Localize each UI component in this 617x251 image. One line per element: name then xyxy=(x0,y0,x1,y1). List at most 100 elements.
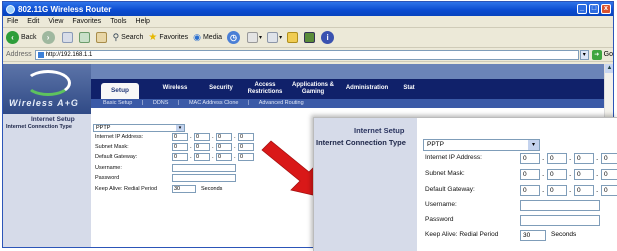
stop-button[interactable] xyxy=(61,32,74,43)
octet-dot: . xyxy=(212,134,214,140)
username-label: Username: xyxy=(95,165,122,171)
subnav-separator: | xyxy=(141,100,144,106)
zoom-connection-type-select[interactable]: PPTP ▾ xyxy=(423,139,540,151)
gateway-label: Default Gateway: xyxy=(95,154,138,160)
mail-button[interactable]: ▾ xyxy=(247,32,262,43)
octet-dot: . xyxy=(190,134,192,140)
mask-octet-1-input[interactable]: 0 xyxy=(172,143,188,151)
zoom-ip-octet-4-input[interactable]: 0 xyxy=(601,153,617,164)
info-icon: i xyxy=(321,31,335,44)
router-logo-icon xyxy=(25,70,71,96)
tab-setup[interactable]: Setup xyxy=(101,83,139,99)
ip-octet-2-input[interactable]: 0 xyxy=(194,133,210,141)
media-button[interactable]: ◉ Media xyxy=(193,32,222,43)
gateway-octet-1-input[interactable]: 0 xyxy=(172,153,188,161)
address-bar: Address http://192.168.1.1 ▾ ➜ Go xyxy=(3,48,613,62)
minimize-button[interactable]: _ xyxy=(577,4,587,14)
ip-octet-4-input[interactable]: 0 xyxy=(238,133,254,141)
menu-help[interactable]: Help xyxy=(136,18,150,25)
tab-security[interactable]: Security xyxy=(199,85,243,92)
zoom-ip-octet-3-input[interactable]: 0 xyxy=(574,153,594,164)
messenger-button[interactable] xyxy=(304,32,316,43)
zoom-gateway-octet-2-input[interactable]: 0 xyxy=(547,185,567,196)
back-button[interactable]: ‹ Back xyxy=(6,31,37,44)
menu-tools[interactable]: Tools xyxy=(110,18,126,25)
refresh-button[interactable] xyxy=(78,32,91,43)
star-icon: ★ xyxy=(148,32,158,43)
mask-octet-2-input[interactable]: 0 xyxy=(194,143,210,151)
menu-view[interactable]: View xyxy=(48,18,63,25)
zoom-mask-octet-3-input[interactable]: 0 xyxy=(574,169,594,180)
ip-octet-1-input[interactable]: 0 xyxy=(172,133,188,141)
router-subnav: Basic Setup | DDNS | MAC Address Clone |… xyxy=(91,99,611,108)
menu-favorites[interactable]: Favorites xyxy=(72,18,101,25)
search-button[interactable]: ⚲ Search xyxy=(113,32,144,43)
octet-dot: . xyxy=(212,144,214,150)
zoom-gateway-octet-1-input[interactable]: 0 xyxy=(520,185,540,196)
zoom-password-input[interactable] xyxy=(520,215,600,226)
chevron-down-icon: ▾ xyxy=(259,35,263,41)
menu-file[interactable]: File xyxy=(7,18,18,25)
menu-edit[interactable]: Edit xyxy=(27,18,39,25)
history-button[interactable]: ◷ xyxy=(227,31,242,44)
zoom-octet-dot: . xyxy=(569,169,572,178)
zoom-gateway-octet-3-input[interactable]: 0 xyxy=(574,185,594,196)
gateway-octet-2-input[interactable]: 0 xyxy=(194,153,210,161)
tab-access-restrictions[interactable]: Access Restrictions xyxy=(243,82,287,96)
chevron-down-icon: ▾ xyxy=(528,140,539,150)
zoom-keepalive-input[interactable]: 30 xyxy=(520,230,546,241)
seconds-label: Seconds xyxy=(201,186,223,192)
subnav-ddns[interactable]: DDNS xyxy=(153,100,169,106)
zoom-mask-octet-1-input[interactable]: 0 xyxy=(520,169,540,180)
zoomed-callout-panel: Internet Setup Internet Connection Type … xyxy=(313,117,617,251)
password-label: Password xyxy=(95,175,120,181)
gateway-octet-4-input[interactable]: 0 xyxy=(238,153,254,161)
subnav-basic-setup[interactable]: Basic Setup xyxy=(103,100,132,106)
stop-icon xyxy=(61,32,73,43)
ip-octet-3-input[interactable]: 0 xyxy=(216,133,232,141)
close-button[interactable]: x xyxy=(601,4,611,14)
window-title: 802.11G Wireless Router xyxy=(18,4,112,14)
maximize-button[interactable]: □ xyxy=(589,4,599,14)
zoom-subnet-mask-label: Subnet Mask: xyxy=(425,170,465,177)
zoom-gateway-octet-4-input[interactable]: 0 xyxy=(601,185,617,196)
connection-type-select[interactable]: PPTP ▾ xyxy=(93,124,185,132)
favorites-button[interactable]: ★ Favorites xyxy=(148,32,188,43)
tab-status[interactable]: Stat xyxy=(399,85,419,92)
forward-arrow-icon: › xyxy=(41,31,55,44)
zoom-username-input[interactable] xyxy=(520,200,600,211)
address-input[interactable]: http://192.168.1.1 xyxy=(34,49,579,60)
octet-dot: . xyxy=(190,154,192,160)
tab-applications-gaming[interactable]: Applications & Gaming xyxy=(289,82,337,96)
subnav-advanced-routing[interactable]: Advanced Routing xyxy=(259,100,304,106)
zoom-octet-dot: . xyxy=(569,185,572,194)
forward-button[interactable]: › xyxy=(41,31,57,44)
chevron-down-icon: ▾ xyxy=(176,125,184,131)
router-sidebar xyxy=(3,114,91,247)
tab-administration[interactable]: Administration xyxy=(339,85,395,92)
go-arrow-icon[interactable]: ➜ xyxy=(591,49,602,60)
info-button[interactable]: i xyxy=(321,31,336,44)
scroll-up-icon[interactable]: ▲ xyxy=(605,64,613,73)
router-top-band xyxy=(91,64,611,79)
zoom-mask-octet-4-input[interactable]: 0 xyxy=(601,169,617,180)
zoom-ip-octet-2-input[interactable]: 0 xyxy=(547,153,567,164)
password-input[interactable] xyxy=(172,174,236,182)
address-dropdown-button[interactable]: ▾ xyxy=(579,49,589,60)
tab-wireless[interactable]: Wireless xyxy=(153,85,197,92)
print-button[interactable]: ▾ xyxy=(267,32,282,43)
username-input[interactable] xyxy=(172,164,236,172)
folder-button[interactable] xyxy=(287,32,299,43)
mask-octet-3-input[interactable]: 0 xyxy=(216,143,232,151)
go-button[interactable]: Go xyxy=(604,51,613,58)
zoom-octet-dot: . xyxy=(542,185,545,194)
mask-octet-4-input[interactable]: 0 xyxy=(238,143,254,151)
subnet-mask-label: Subnet Mask: xyxy=(95,144,129,150)
subnav-mac-clone[interactable]: MAC Address Clone xyxy=(189,100,239,106)
zoom-gateway-label: Default Gateway: xyxy=(425,186,475,193)
keepalive-input[interactable]: 30 xyxy=(172,185,196,193)
zoom-mask-octet-2-input[interactable]: 0 xyxy=(547,169,567,180)
gateway-octet-3-input[interactable]: 0 xyxy=(216,153,232,161)
home-button[interactable] xyxy=(95,32,108,43)
zoom-ip-octet-1-input[interactable]: 0 xyxy=(520,153,540,164)
